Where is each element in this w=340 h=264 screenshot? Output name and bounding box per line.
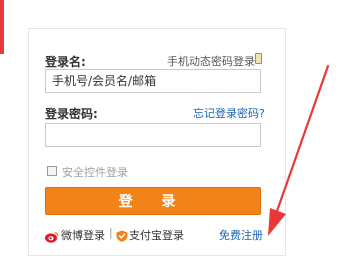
red-arrow-icon bbox=[268, 64, 330, 236]
